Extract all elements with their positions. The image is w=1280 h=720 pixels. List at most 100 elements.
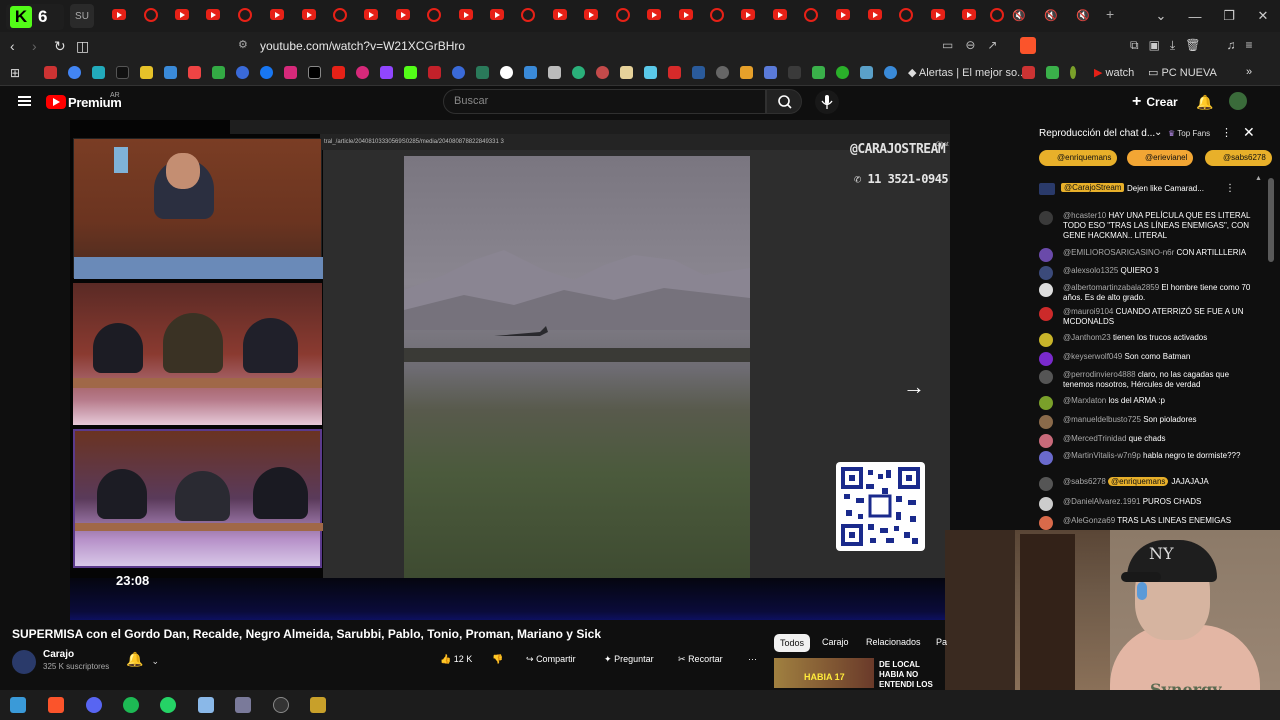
download-icon[interactable]: ⤓	[1170, 38, 1175, 53]
channel-name[interactable]: Carajo	[43, 649, 74, 660]
bookmark-sand-icon[interactable]	[620, 66, 633, 79]
ask-button[interactable]: ✦ Preguntar	[604, 654, 654, 665]
tab-youtube-icon[interactable]	[868, 9, 882, 20]
bookmark-google-icon[interactable]	[68, 66, 81, 79]
bookmark-red2-icon[interactable]	[428, 66, 441, 79]
chat-title[interactable]: Reproducción del chat d...	[1039, 128, 1155, 139]
voice-search-button[interactable]	[815, 90, 839, 114]
bookmark-dark-icon[interactable]	[116, 66, 129, 79]
tab-youtube-icon[interactable]	[553, 9, 567, 20]
extensions-icon[interactable]: ⧉	[1130, 38, 1139, 53]
bookmark-maps-icon[interactable]	[212, 66, 225, 79]
tab-youtube-icon[interactable]	[990, 8, 1004, 22]
tab-youtube-icon[interactable]	[741, 9, 755, 20]
url-field[interactable]: youtube.com/watch?v=W21XCGrBHro	[230, 35, 1050, 57]
bookmark-web-icon[interactable]	[236, 66, 249, 79]
forward-icon[interactable]: ›	[32, 38, 37, 54]
tab-youtube-icon[interactable]	[679, 9, 693, 20]
tab-relacionados[interactable]: Relacionados	[866, 637, 921, 647]
share-button[interactable]: ↪ Compartir	[526, 654, 576, 665]
top-fan-pill-2[interactable]: @erievianel	[1127, 150, 1194, 166]
taskbar-spotify-icon[interactable]	[123, 697, 139, 713]
bookmark-gemini-icon[interactable]	[92, 66, 105, 79]
tab-youtube-icon[interactable]	[396, 9, 410, 20]
bookmark-steam-icon[interactable]	[692, 66, 705, 79]
suggested-video-title[interactable]: DE LOCAL HABIA NO ENTENDI LOS	[879, 660, 945, 690]
bookmark-watch[interactable]: ▶ watch	[1094, 66, 1134, 79]
tab-youtube-icon[interactable]	[836, 9, 850, 20]
bookmark-alertas[interactable]: ◆ Alertas | El mejor so...	[908, 66, 1026, 79]
top-fan-pill-3[interactable]: @sabs6278	[1205, 150, 1272, 166]
bookmark-red3-icon[interactable]	[1022, 66, 1035, 79]
bookmark-crimson-icon[interactable]	[668, 66, 681, 79]
tab-youtube-icon[interactable]	[364, 9, 378, 20]
menu-icon[interactable]: ≡	[1245, 38, 1252, 53]
bookmark-youtube-icon[interactable]	[332, 66, 345, 79]
tab-youtube-icon[interactable]	[270, 9, 284, 20]
tab-youtube-icon[interactable]	[490, 9, 504, 20]
bookmark-light-icon[interactable]	[644, 66, 657, 79]
tab-youtube-icon[interactable]	[427, 8, 441, 22]
bookmark-rose-icon[interactable]	[596, 66, 609, 79]
taskbar-brave-icon[interactable]	[48, 697, 64, 713]
menu-hamburger-icon[interactable]	[18, 96, 31, 106]
more-actions-button[interactable]: ···	[748, 654, 757, 664]
tab-youtube-icon[interactable]	[647, 9, 661, 20]
bookmark-green-icon[interactable]	[476, 66, 489, 79]
bookmark-mail-icon[interactable]	[188, 66, 201, 79]
brave-shields-icon[interactable]	[1020, 37, 1036, 54]
suggested-video-thumbnail[interactable]: HABIA 17	[774, 658, 874, 688]
share-icon[interactable]: ↗	[987, 38, 997, 52]
bookmark-gmail-icon[interactable]	[44, 66, 57, 79]
bookmark-instagram-icon[interactable]	[284, 66, 297, 79]
reload-icon[interactable]: ↻	[54, 38, 66, 55]
tab-youtube-icon[interactable]	[962, 9, 976, 20]
bookmark-pc-nueva[interactable]: ▭ PC NUEVA	[1148, 66, 1217, 79]
start-windows-icon[interactable]	[10, 697, 26, 713]
taskbar-league-icon[interactable]	[310, 697, 326, 713]
sidebar-icon[interactable]: ◫	[76, 38, 89, 55]
tab-youtube-icon[interactable]	[931, 9, 945, 20]
apps-grid-icon[interactable]: ⊞	[10, 66, 20, 80]
bookmark-orange-icon[interactable]	[740, 66, 753, 79]
tab-carajo[interactable]: Carajo	[822, 637, 849, 647]
kick-tab[interactable]: K 6	[6, 4, 64, 30]
bookmark-blue-icon[interactable]	[452, 66, 465, 79]
chat-scroll-up-icon[interactable]: ▲	[1255, 175, 1262, 182]
bookmark-green2-icon[interactable]	[1046, 66, 1059, 79]
top-fan-pill-1[interactable]: @enriquemans	[1039, 150, 1118, 166]
taskbar-discord-icon[interactable]	[86, 697, 102, 713]
taskbar-whatsapp-icon[interactable]	[160, 697, 176, 713]
su-tab[interactable]: SU	[70, 4, 94, 28]
trash-icon[interactable]: 🗑	[1185, 38, 1200, 53]
tab-search-icon[interactable]: ⌄	[1144, 8, 1178, 24]
tab-muted-icon[interactable]: 🔇	[1012, 9, 1026, 22]
bookmark-x-icon[interactable]	[308, 66, 321, 79]
bookmark-lime-icon[interactable]	[812, 66, 825, 79]
notifications-bell-icon[interactable]: 🔔	[1196, 94, 1213, 111]
bookmark-cloud-icon[interactable]	[164, 66, 177, 79]
bookmark-keep-icon[interactable]	[140, 66, 153, 79]
tab-youtube-icon[interactable]	[804, 8, 818, 22]
bookmark-circle-icon[interactable]	[836, 66, 849, 79]
close-window-button[interactable]: ✕	[1246, 8, 1280, 24]
tab-youtube-icon[interactable]	[238, 8, 252, 22]
bookmark-github-icon[interactable]	[716, 66, 729, 79]
tab-youtube-icon[interactable]	[773, 9, 787, 20]
tab-youtube-icon[interactable]	[302, 9, 316, 20]
zoom-icon[interactable]: ⊖	[965, 38, 975, 52]
tab-todos[interactable]: Todos	[774, 634, 810, 652]
new-tab-icon[interactable]: +	[1106, 6, 1114, 22]
bookmark-white-icon[interactable]	[500, 66, 513, 79]
tab-youtube-icon[interactable]	[521, 8, 535, 22]
tab-youtube-icon[interactable]	[333, 8, 347, 22]
tab-youtube-icon[interactable]	[710, 8, 724, 22]
bookmark-dot-icon[interactable]	[1070, 66, 1076, 79]
chat-scrollbar[interactable]	[1268, 178, 1274, 262]
bookmark-cyan-icon[interactable]	[860, 66, 873, 79]
bookmark-facebook-icon[interactable]	[260, 66, 273, 79]
subscribe-bell-button[interactable]: 🔔 ⌄	[126, 651, 159, 668]
tab-youtube-icon[interactable]	[112, 9, 126, 20]
tab-muted-icon[interactable]: 🔇	[1044, 9, 1058, 22]
tab-youtube-icon[interactable]	[206, 9, 220, 20]
